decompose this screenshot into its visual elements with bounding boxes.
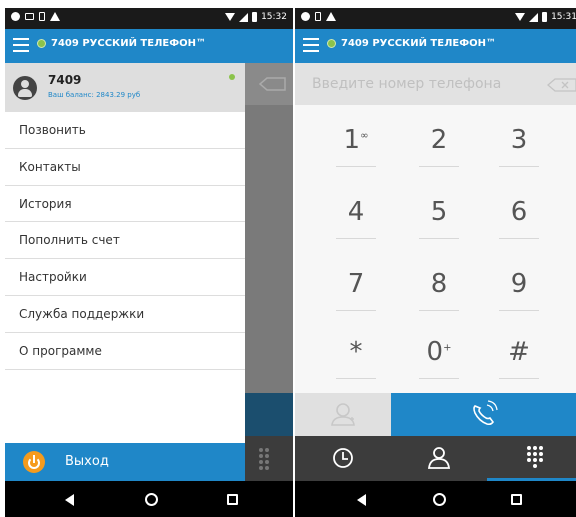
menu-item-settings[interactable]: Настройки [5, 259, 245, 296]
key-8[interactable]: 8 [404, 259, 474, 311]
logout-button[interactable]: Выход [5, 443, 245, 481]
key-7[interactable]: 7 [321, 259, 391, 311]
dialer-screen: 15:31 7409 РУССКИЙ ТЕЛЕФОН™ Введите номе… [295, 8, 576, 517]
online-status-icon [229, 74, 235, 80]
dial-keypad: 1∞ 2 3 4 5 6 7 8 9 * 0+ # [295, 105, 576, 393]
menu-icon[interactable] [303, 38, 319, 52]
sim-icon [315, 12, 321, 21]
wifi-icon [515, 13, 526, 21]
key-9[interactable]: 9 [484, 259, 554, 311]
backspace-icon[interactable] [547, 78, 576, 92]
account-name: 7409 [48, 73, 82, 87]
dimmed-tab-bar [245, 436, 293, 481]
signal-icon [529, 12, 539, 22]
account-header[interactable]: 7409 Ваш баланс: 2843.29 руб [5, 63, 245, 112]
menu-item-history[interactable]: История [5, 186, 245, 223]
app-title: 7409 РУССКИЙ ТЕЛЕФОН™ [37, 38, 206, 49]
dimmed-dial-input [245, 63, 293, 105]
key-4[interactable]: 4 [321, 187, 391, 239]
menu-item-call[interactable]: Позвонить [5, 112, 245, 149]
logout-label: Выход [65, 454, 109, 469]
system-nav-bar [295, 481, 576, 517]
back-icon[interactable] [357, 494, 366, 506]
tab-history[interactable] [295, 436, 391, 481]
status-bar: 15:32 [5, 8, 293, 29]
key-2[interactable]: 2 [404, 115, 474, 167]
tab-contacts[interactable] [391, 436, 487, 481]
menu-item-support[interactable]: Служба поддержки [5, 296, 245, 333]
system-nav-bar [5, 481, 293, 517]
status-dot-icon [37, 39, 46, 48]
person-icon [427, 447, 451, 469]
key-star[interactable]: * [321, 327, 391, 379]
key-0[interactable]: 0+ [404, 327, 474, 379]
drawer-screen: 15:32 7409 РУССКИЙ ТЕЛЕФОН™ 7409 Ваш бал… [5, 8, 293, 517]
status-time: 15:31 [551, 12, 576, 22]
home-icon[interactable] [433, 493, 446, 506]
warning-icon [50, 12, 60, 21]
wifi-icon [225, 13, 236, 21]
status-bar: 15:31 [295, 8, 576, 29]
message-icon [25, 13, 34, 20]
back-icon[interactable] [65, 494, 74, 506]
add-contact-button[interactable] [295, 393, 391, 436]
add-contact-icon [331, 403, 355, 426]
bottom-tab-bar [295, 436, 576, 481]
notification-icon [301, 12, 310, 21]
app-bar: 7409 РУССКИЙ ТЕЛЕФОН™ [5, 29, 293, 63]
home-icon[interactable] [145, 493, 158, 506]
menu-item-top-up[interactable]: Пополнить счет [5, 222, 245, 260]
status-dot-icon [327, 39, 336, 48]
status-time: 15:32 [261, 12, 287, 22]
drawer-menu: Позвонить Контакты История Пополнить сче… [5, 112, 245, 370]
notification-icon [11, 12, 20, 21]
signal-icon [239, 12, 249, 22]
recent-apps-icon[interactable] [227, 494, 238, 505]
phone-call-icon [473, 400, 498, 426]
menu-item-contacts[interactable]: Контакты [5, 149, 245, 186]
key-5[interactable]: 5 [404, 187, 474, 239]
account-balance: Ваш баланс: 2843.29 руб [48, 91, 141, 99]
menu-item-about[interactable]: О программе [5, 333, 245, 370]
key-hash[interactable]: # [484, 327, 554, 379]
tab-dialpad[interactable] [487, 436, 576, 481]
dialer-actions [295, 393, 576, 436]
dimmed-call-area [245, 393, 293, 436]
sim-icon [39, 12, 45, 21]
warning-icon [326, 12, 336, 21]
power-icon [23, 451, 45, 473]
menu-icon[interactable] [13, 38, 29, 52]
app-title-text: 7409 РУССКИЙ ТЕЛЕФОН™ [341, 38, 496, 49]
phone-number-placeholder: Введите номер телефона [312, 76, 502, 92]
call-button[interactable] [391, 393, 576, 436]
dialpad-icon [527, 446, 543, 468]
key-6[interactable]: 6 [484, 187, 554, 239]
avatar-icon [13, 76, 37, 100]
app-title-text: 7409 РУССКИЙ ТЕЛЕФОН™ [51, 38, 206, 49]
dialpad-icon [259, 448, 269, 470]
key-3[interactable]: 3 [484, 115, 554, 167]
battery-icon [542, 12, 548, 22]
app-title: 7409 РУССКИЙ ТЕЛЕФОН™ [327, 38, 496, 49]
navigation-drawer: 7409 Ваш баланс: 2843.29 руб Позвонить К… [5, 63, 245, 481]
key-1[interactable]: 1∞ [321, 115, 391, 167]
battery-icon [252, 12, 258, 22]
app-bar: 7409 РУССКИЙ ТЕЛЕФОН™ [295, 29, 576, 63]
recent-apps-icon[interactable] [511, 494, 522, 505]
phone-number-input[interactable]: Введите номер телефона [295, 63, 576, 105]
clock-icon [333, 448, 353, 468]
backspace-icon [258, 77, 286, 91]
